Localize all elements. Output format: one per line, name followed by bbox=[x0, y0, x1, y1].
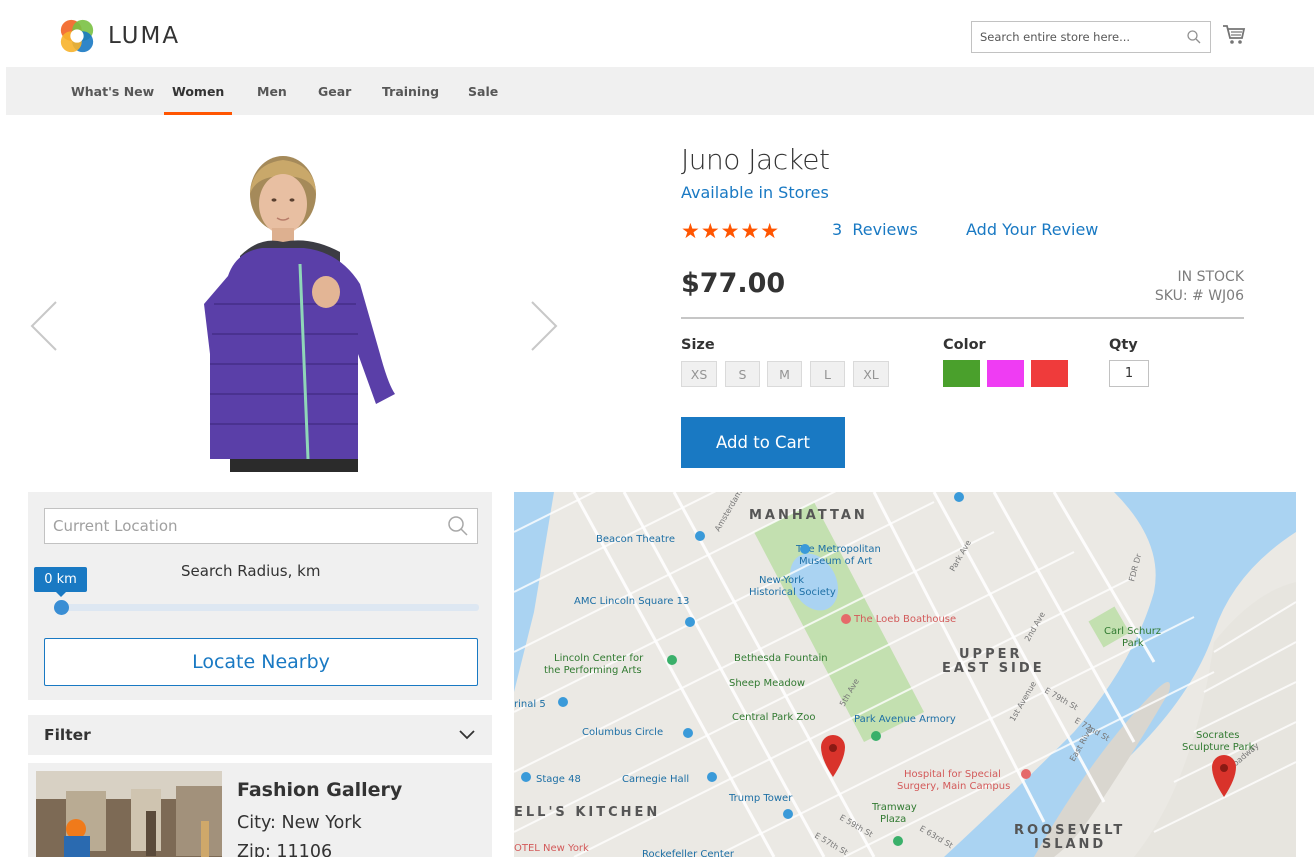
add-to-cart-button[interactable]: Add to Cart bbox=[681, 417, 845, 468]
color-swatch-pink[interactable] bbox=[987, 360, 1024, 387]
map-poi-socrates-1[interactable]: Socrates bbox=[1196, 730, 1240, 741]
luma-logo-icon bbox=[60, 19, 94, 53]
map-poi-carnegie[interactable]: Carnegie Hall bbox=[622, 774, 689, 785]
reviews-label: Reviews bbox=[852, 220, 918, 239]
gallery-prev-arrow-icon[interactable] bbox=[28, 298, 60, 354]
main-navigation: What's New Women Men Gear Training Sale bbox=[6, 67, 1314, 115]
location-input[interactable] bbox=[53, 517, 447, 535]
color-label: Color bbox=[943, 337, 986, 353]
size-option-xs[interactable]: XS bbox=[681, 361, 717, 387]
map-poi-amc[interactable]: AMC Lincoln Square 13 bbox=[574, 596, 689, 607]
radius-value-badge: 0 km bbox=[34, 567, 87, 597]
product-sku: SKU: # WJ06 bbox=[1154, 288, 1244, 304]
store-image bbox=[36, 771, 222, 857]
rating-stars: ★★★★★ bbox=[681, 219, 781, 243]
size-option-xl[interactable]: XL bbox=[853, 361, 889, 387]
map-label-roosevelt-2: ISLAND bbox=[1034, 837, 1106, 852]
size-option-l[interactable]: L bbox=[810, 361, 845, 387]
stock-status: IN STOCK bbox=[1177, 269, 1244, 285]
product-price: $77.00 bbox=[681, 268, 786, 299]
map-label-roosevelt-1: ROOSEVELT bbox=[1014, 823, 1125, 838]
nav-item-men[interactable]: Men bbox=[249, 67, 295, 115]
availability-link[interactable]: Available in Stores bbox=[681, 183, 829, 202]
qty-input[interactable] bbox=[1109, 360, 1149, 387]
radius-slider-track[interactable] bbox=[57, 604, 479, 611]
search-icon[interactable] bbox=[1186, 29, 1202, 45]
gallery-next-arrow-icon[interactable] bbox=[528, 298, 560, 354]
map-poi-lincoln-1[interactable]: Lincoln Center for bbox=[554, 653, 644, 664]
reviews-count: 3 bbox=[832, 220, 843, 239]
nav-item-gear[interactable]: Gear bbox=[310, 67, 359, 115]
map-poi-bethesda[interactable]: Bethesda Fountain bbox=[734, 653, 828, 664]
search-input[interactable] bbox=[980, 30, 1186, 44]
map-poi-trump[interactable]: Trump Tower bbox=[728, 793, 793, 804]
product-image[interactable] bbox=[200, 154, 410, 472]
map-label-manhattan: MANHATTAN bbox=[749, 508, 868, 523]
nav-item-whats-new[interactable]: What's New bbox=[63, 67, 162, 115]
qty-label: Qty bbox=[1109, 337, 1138, 353]
location-search-icon[interactable] bbox=[447, 515, 469, 537]
logo-text: LUMA bbox=[108, 23, 181, 49]
luma-logo[interactable]: LUMA bbox=[58, 14, 180, 58]
chevron-down-icon bbox=[459, 730, 475, 740]
filter-toggle[interactable]: Filter bbox=[28, 715, 492, 755]
store-name: Fashion Gallery bbox=[237, 779, 403, 801]
divider bbox=[681, 317, 1244, 319]
reviews-link[interactable]: 3 Reviews bbox=[832, 220, 918, 239]
size-option-m[interactable]: M bbox=[767, 361, 802, 387]
stock-info: IN STOCK SKU: # WJ06 bbox=[1155, 268, 1244, 306]
map-poi-nyhs-1[interactable]: New-York bbox=[759, 575, 804, 586]
map-label-hells-kitchen: ELL'S KITCHEN bbox=[514, 805, 660, 820]
map-poi-stage48[interactable]: Stage 48 bbox=[536, 774, 581, 785]
nav-item-sale[interactable]: Sale bbox=[460, 67, 506, 115]
locate-nearby-button[interactable]: Locate Nearby bbox=[44, 638, 478, 686]
map-label-upper-east-side-1: UPPER bbox=[959, 647, 1023, 662]
map-poi-beacon[interactable]: Beacon Theatre bbox=[596, 534, 675, 545]
map-canvas[interactable]: MANHATTAN UPPER EAST SIDE ELL'S KITCHEN … bbox=[514, 492, 1296, 857]
store-zip: Zip: 11106 bbox=[237, 842, 333, 857]
map-poi-tramway-2[interactable]: Plaza bbox=[880, 814, 906, 825]
size-option-s[interactable]: S bbox=[725, 361, 760, 387]
map-poi-hss-2[interactable]: Surgery, Main Campus bbox=[897, 781, 1010, 792]
cart-icon[interactable] bbox=[1222, 24, 1246, 46]
map-label-upper-east-side-2: EAST SIDE bbox=[942, 661, 1045, 676]
store-list-item[interactable]: Fashion Gallery City: New York Zip: 1110… bbox=[28, 763, 492, 857]
map-poi-columbus[interactable]: Columbus Circle bbox=[582, 727, 663, 738]
nav-item-training[interactable]: Training bbox=[374, 67, 447, 115]
map-poi-hotel[interactable]: OTEL New York bbox=[514, 843, 589, 854]
map-poi-nal[interactable]: rinal 5 bbox=[514, 699, 546, 710]
map-poi-schurz-2[interactable]: Park bbox=[1122, 638, 1144, 649]
color-swatch-green[interactable] bbox=[943, 360, 980, 387]
store-map[interactable]: MANHATTAN UPPER EAST SIDE ELL'S KITCHEN … bbox=[514, 492, 1296, 857]
radius-slider-handle[interactable] bbox=[54, 600, 69, 615]
map-poi-met-2[interactable]: Museum of Art bbox=[799, 556, 872, 567]
map-poi-zoo[interactable]: Central Park Zoo bbox=[732, 712, 815, 723]
map-poi-loeb[interactable]: The Loeb Boathouse bbox=[853, 614, 956, 625]
map-poi-tramway-1[interactable]: Tramway bbox=[871, 802, 917, 813]
nav-item-women[interactable]: Women bbox=[164, 67, 233, 115]
map-poi-schurz-1[interactable]: Carl Schurz bbox=[1104, 626, 1161, 637]
search-box[interactable] bbox=[971, 21, 1211, 53]
store-city: City: New York bbox=[237, 813, 362, 833]
map-poi-armory[interactable]: Park Avenue Armory bbox=[854, 714, 956, 725]
map-poi-sheep[interactable]: Sheep Meadow bbox=[729, 678, 805, 689]
filter-label: Filter bbox=[44, 726, 91, 744]
map-poi-hss-1[interactable]: Hospital for Special bbox=[904, 769, 1001, 780]
map-poi-lincoln-2[interactable]: the Performing Arts bbox=[544, 665, 642, 676]
location-field[interactable] bbox=[44, 508, 478, 544]
map-poi-rockefeller[interactable]: Rockefeller Center bbox=[642, 849, 735, 857]
color-swatch-red[interactable] bbox=[1031, 360, 1068, 387]
radius-label: Search Radius, km bbox=[181, 562, 321, 580]
map-poi-nyhs-2[interactable]: Historical Society bbox=[749, 587, 836, 598]
product-title: Juno Jacket bbox=[681, 143, 830, 176]
add-review-link[interactable]: Add Your Review bbox=[966, 220, 1098, 239]
size-label: Size bbox=[681, 337, 715, 353]
